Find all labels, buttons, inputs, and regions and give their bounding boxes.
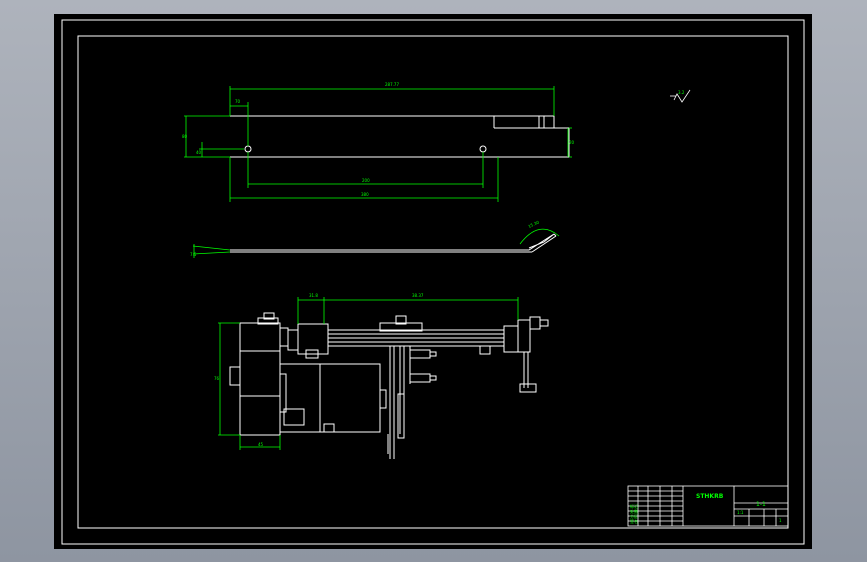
dim-asm-right-span: 38.37 (412, 293, 424, 298)
roughness-value: 3.2 (678, 90, 685, 95)
dim-top-right-height: 20 (569, 140, 575, 145)
dim-asm-height: 76 (214, 376, 220, 381)
dim-asm-width: 45 (258, 442, 264, 447)
assembly-dimensions (218, 297, 519, 450)
dim-top-inner-span: 200 (362, 178, 370, 183)
gearbox-body (279, 363, 381, 433)
title-sheet-no: 1 (779, 518, 782, 523)
end-block (503, 325, 519, 353)
dim-top-left-small: 70 (235, 99, 241, 104)
dim-side-left: 7.5 (190, 252, 197, 257)
side-view (230, 233, 557, 253)
drawing-svg: 287.77 70 80 40 200 380 20 3.2 7.5 15.30… (61, 19, 805, 545)
dim-top-outer-span: 380 (361, 192, 369, 197)
top-view-hole-left (244, 145, 252, 153)
dim-top-overall: 287.77 (385, 82, 399, 87)
outer-frame (61, 19, 805, 545)
title-drawing-name: STHKRB (696, 493, 724, 500)
assembly-view (229, 312, 549, 459)
cad-viewport[interactable]: 287.77 70 80 40 200 380 20 3.2 7.5 15.30… (0, 0, 867, 562)
drawing-canvas[interactable]: 287.77 70 80 40 200 380 20 3.2 7.5 15.30… (54, 14, 812, 549)
dim-top-hole-offset: 40 (196, 150, 202, 155)
motor-block (239, 322, 281, 436)
dim-side-arc: 15.30 (527, 219, 540, 229)
dim-asm-left-span: 31.8 (309, 293, 318, 298)
top-view-dimensions (184, 86, 572, 202)
title-row-label-3: 签名 (630, 518, 638, 524)
title-drawing-number: 1-1 (756, 501, 766, 508)
inner-frame (77, 35, 789, 529)
top-view-outline (230, 115, 570, 158)
dim-top-left-height: 80 (182, 134, 188, 139)
side-view-dimensions (192, 228, 560, 258)
top-view-hole-right (479, 145, 487, 153)
title-scale: 1:1 (737, 510, 744, 515)
top-view (230, 115, 570, 158)
